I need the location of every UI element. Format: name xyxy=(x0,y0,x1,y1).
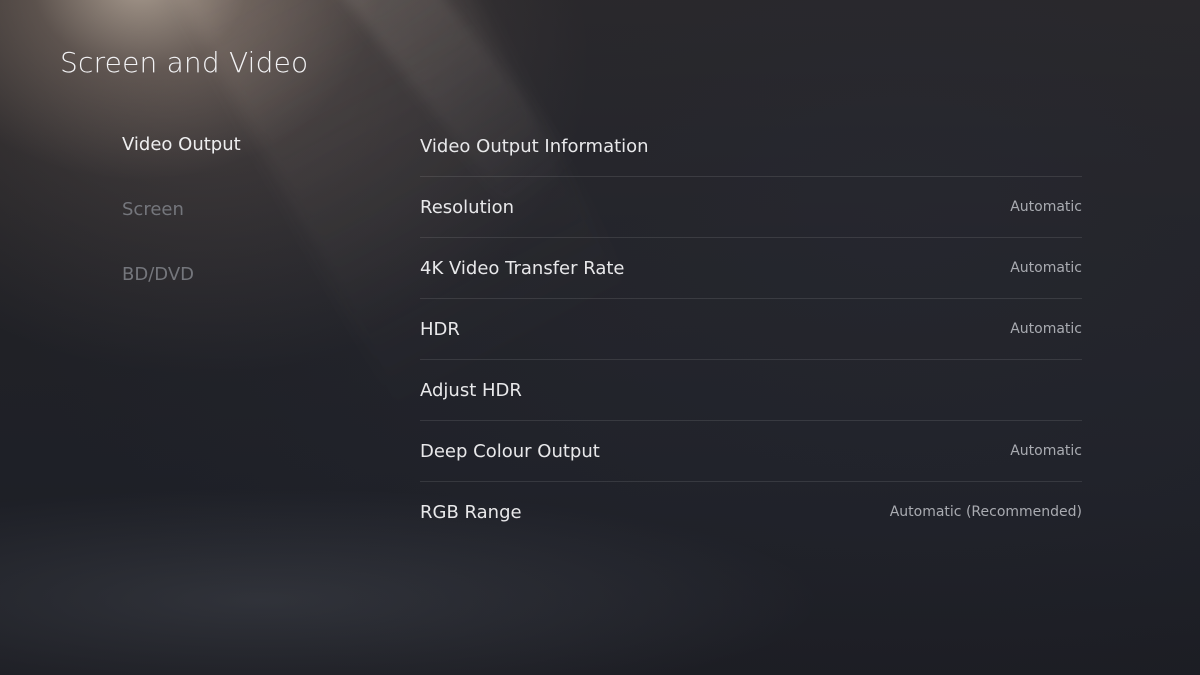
setting-row-deep-colour-output[interactable]: Deep Colour Output Automatic xyxy=(420,421,1082,482)
setting-value: Automatic (Recommended) xyxy=(889,504,1082,520)
setting-label: HDR xyxy=(420,318,460,340)
sidebar-nav: Video Output Screen BD/DVD xyxy=(122,128,362,323)
setting-row-rgb-range[interactable]: RGB Range Automatic (Recommended) xyxy=(420,482,1082,542)
setting-row-adjust-hdr[interactable]: Adjust HDR xyxy=(420,360,1082,421)
setting-row-video-output-information[interactable]: Video Output Information xyxy=(420,116,1082,177)
setting-value: Automatic xyxy=(1010,199,1082,215)
sidebar-item-screen[interactable]: Screen xyxy=(122,193,362,258)
setting-label: Adjust HDR xyxy=(420,379,522,401)
setting-row-hdr[interactable]: HDR Automatic xyxy=(420,299,1082,360)
page-title: Screen and Video xyxy=(60,46,309,79)
setting-label: 4K Video Transfer Rate xyxy=(420,257,625,279)
setting-row-resolution[interactable]: Resolution Automatic xyxy=(420,177,1082,238)
setting-value: Automatic xyxy=(1010,321,1082,337)
setting-label: Resolution xyxy=(420,196,515,218)
setting-label: Video Output Information xyxy=(420,135,649,157)
setting-value: Automatic xyxy=(1010,260,1082,276)
setting-label: Deep Colour Output xyxy=(420,440,600,462)
sidebar-item-bd-dvd[interactable]: BD/DVD xyxy=(122,258,362,323)
setting-row-4k-video-transfer-rate[interactable]: 4K Video Transfer Rate Automatic xyxy=(420,238,1082,299)
setting-label: RGB Range xyxy=(420,501,522,523)
sidebar-item-video-output[interactable]: Video Output xyxy=(122,128,362,193)
setting-value: Automatic xyxy=(1010,443,1082,459)
settings-list: Video Output Information Resolution Auto… xyxy=(420,116,1082,542)
